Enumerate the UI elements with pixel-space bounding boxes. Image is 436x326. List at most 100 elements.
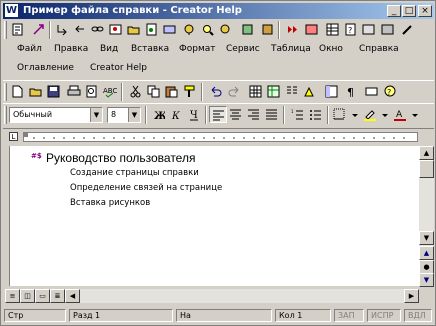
scroll-up-icon[interactable]: ▲ xyxy=(419,146,434,160)
keyword-icon[interactable] xyxy=(161,21,179,38)
word-app-icon[interactable]: W xyxy=(5,4,18,17)
menu-tools[interactable]: Сервис xyxy=(226,44,260,54)
menu-window[interactable]: Окно xyxy=(319,44,343,54)
chevron-down-icon[interactable] xyxy=(349,106,359,123)
status-page[interactable]: Стр xyxy=(4,309,66,322)
back-arrow-icon[interactable] xyxy=(71,21,89,38)
borders-icon[interactable] xyxy=(331,106,349,123)
align-left-icon[interactable] xyxy=(209,106,227,123)
menu-format[interactable]: Формат xyxy=(179,44,216,54)
status-record[interactable]: ЗАП xyxy=(334,309,364,322)
menu-file[interactable]: Файл xyxy=(17,44,42,54)
menu-edit[interactable]: Правка xyxy=(54,44,88,54)
toolbar-grip[interactable] xyxy=(4,21,7,39)
jump-icon[interactable] xyxy=(30,21,48,38)
next-page-icon[interactable]: ▼ xyxy=(419,273,434,287)
close-button[interactable]: × xyxy=(418,5,432,17)
drawing-icon[interactable] xyxy=(301,83,319,100)
print-preview-icon[interactable] xyxy=(83,83,101,100)
check-icon[interactable] xyxy=(360,21,378,38)
status-section[interactable]: Разд 1 xyxy=(69,309,173,322)
settings-icon[interactable] xyxy=(379,21,397,38)
run-help-icon[interactable] xyxy=(303,21,321,38)
spelling-icon[interactable]: ABC xyxy=(101,83,119,100)
chevron-down-icon[interactable]: ▼ xyxy=(128,108,140,122)
minimize-button[interactable]: _ xyxy=(387,5,401,17)
justify-icon[interactable] xyxy=(263,106,281,123)
document-line[interactable]: Создание страницы справки xyxy=(70,168,199,178)
find-icon[interactable] xyxy=(199,21,217,38)
italic-icon[interactable]: К xyxy=(167,106,185,123)
menu-help[interactable]: Справка xyxy=(359,44,399,54)
numbering-icon[interactable]: 1 xyxy=(289,106,307,123)
normal-view-icon[interactable]: ≡ xyxy=(5,289,20,303)
highlight-icon[interactable] xyxy=(361,106,379,123)
vertical-scrollbar[interactable]: ▲ ▼ ▲ ● ▼ xyxy=(419,146,434,287)
macro-icon[interactable] xyxy=(239,21,257,38)
compile-icon[interactable] xyxy=(259,21,277,38)
browse-icon[interactable] xyxy=(217,21,235,38)
chevron-down-icon[interactable]: ▼ xyxy=(90,108,102,122)
scroll-thumb[interactable] xyxy=(419,160,434,178)
align-right-icon[interactable] xyxy=(245,106,263,123)
fast-forward-icon[interactable] xyxy=(284,21,302,38)
office-assistant-icon[interactable]: ? xyxy=(381,83,399,100)
menu-table[interactable]: Таблица xyxy=(271,44,311,54)
status-position[interactable]: На xyxy=(176,309,272,322)
undo-icon[interactable] xyxy=(207,83,225,100)
toolbar-grip[interactable] xyxy=(4,83,7,101)
print-icon[interactable] xyxy=(65,83,83,100)
paste-icon[interactable] xyxy=(163,83,181,100)
toolbar-grip[interactable] xyxy=(4,106,7,124)
font-size-select[interactable]: 8 ▼ xyxy=(107,107,141,123)
chain-icon[interactable] xyxy=(89,21,107,38)
document-line[interactable]: Вставка рисунков xyxy=(70,198,150,208)
tab-selector-icon[interactable]: L xyxy=(9,132,18,141)
menu-view[interactable]: Вид xyxy=(100,44,118,54)
redo-icon[interactable] xyxy=(225,83,243,100)
font-color-icon[interactable]: A xyxy=(391,106,409,123)
columns-icon[interactable] xyxy=(283,83,301,100)
status-extend[interactable]: ВДЛ xyxy=(404,309,432,322)
style-select[interactable]: Обычный ▼ xyxy=(9,107,103,123)
previous-page-icon[interactable]: ▲ xyxy=(419,246,434,260)
topic-icon[interactable] xyxy=(9,21,27,38)
horizontal-scroll-track[interactable] xyxy=(80,289,404,303)
new-document-icon[interactable] xyxy=(9,83,27,100)
title-bar[interactable]: W Пример файла справки - Creator Help _ … xyxy=(3,3,434,19)
maximize-button[interactable]: □ xyxy=(402,5,416,17)
menu-insert[interactable]: Вставка xyxy=(131,44,169,54)
save-icon[interactable] xyxy=(45,83,63,100)
outline-view-icon[interactable]: ≣ xyxy=(50,289,65,303)
align-center-icon[interactable] xyxy=(227,106,245,123)
document-heading[interactable]: Руководство пользователя xyxy=(46,151,195,165)
cut-icon[interactable] xyxy=(127,83,145,100)
open-folder-icon[interactable] xyxy=(125,21,143,38)
help-book-icon[interactable]: ? xyxy=(342,21,360,38)
scroll-left-icon[interactable]: ◀ xyxy=(65,289,80,303)
chevron-down-icon[interactable] xyxy=(409,106,419,123)
page-grid-icon[interactable] xyxy=(324,21,342,38)
horizontal-scrollbar[interactable]: ≡ ◫ ▭ ≣ ◀ ▶ xyxy=(3,288,434,304)
document-line[interactable]: Определение связей на странице xyxy=(70,183,222,193)
page-layout-view-icon[interactable]: ▭ xyxy=(35,289,50,303)
underline-icon[interactable]: Ч xyxy=(185,106,203,123)
web-view-icon[interactable]: ◫ xyxy=(20,289,35,303)
menu-creator-help[interactable]: Creator Help xyxy=(90,63,147,73)
copy-icon[interactable] xyxy=(145,83,163,100)
image-icon[interactable] xyxy=(107,21,125,38)
excel-sheet-icon[interactable] xyxy=(265,83,283,100)
open-icon[interactable] xyxy=(27,83,45,100)
menu-contents[interactable]: Оглавление xyxy=(17,63,74,73)
bold-icon[interactable]: Ж xyxy=(149,106,167,123)
bullets-icon[interactable] xyxy=(307,106,325,123)
show-hide-icon[interactable]: ¶ xyxy=(343,83,361,100)
scroll-down-icon[interactable]: ▼ xyxy=(419,231,434,245)
format-painter-icon[interactable] xyxy=(181,83,199,100)
chevron-down-icon[interactable] xyxy=(379,106,389,123)
table-icon[interactable] xyxy=(247,83,265,100)
scroll-right-icon[interactable]: ▶ xyxy=(404,289,419,303)
status-track-changes[interactable]: ИСПР xyxy=(367,309,401,322)
status-column[interactable]: Кол 1 xyxy=(275,309,331,322)
link-icon[interactable] xyxy=(53,21,71,38)
